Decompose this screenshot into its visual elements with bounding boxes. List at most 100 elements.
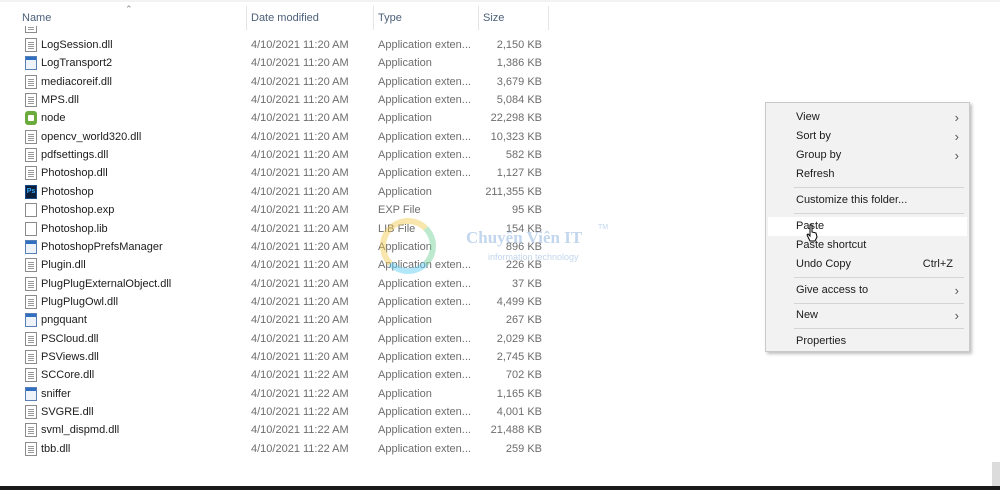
menu-item-sort-by[interactable]: Sort by › xyxy=(768,127,967,146)
menu-item-paste-shortcut[interactable]: Paste shortcut xyxy=(768,236,967,255)
file-size: 37 KB xyxy=(512,277,542,290)
file-size: 5,084 KB xyxy=(496,94,542,107)
file-row[interactable]: SCCore.dll 4/10/2021 11:22 AM Application … xyxy=(0,366,760,384)
menu-item-give-access[interactable]: Give access to › xyxy=(768,281,967,300)
menu-item-undo-copy[interactable]: Undo Copy Ctrl+Z xyxy=(768,255,967,274)
file-row[interactable]: tbb.dll 4/10/2021 11:22 AM Application ext… xyxy=(0,440,760,458)
file-name: PlugPlugExternalObject.dll xyxy=(41,277,172,290)
file-size: 10,323 KB xyxy=(490,130,542,143)
file-name: opencv_world320.dll xyxy=(41,130,142,143)
menu-item-refresh[interactable]: Refresh xyxy=(768,165,967,184)
file-row[interactable]: Photoshop.exp 4/10/2021 11:20 AM EXP File 9… xyxy=(0,201,760,219)
file-date-modified: 4/10/2021 11:22 AM xyxy=(251,442,349,455)
dll-file-icon xyxy=(25,148,37,163)
file-date-modified: 4/10/2021 11:20 AM xyxy=(251,94,349,107)
file-type: LIB File xyxy=(378,222,416,235)
file-row-partial-top[interactable] xyxy=(0,26,760,35)
file-date-modified: 4/10/2021 11:20 AM xyxy=(251,222,349,235)
file-size: 1,127 KB xyxy=(496,167,542,180)
file-row[interactable]: PhotoshopPrefsManager 4/10/2021 11:20 AM A… xyxy=(0,238,760,256)
file-list: LogSession.dll 4/10/2021 11:20 AM Applicat… xyxy=(0,26,760,470)
file-name: SVGRE.dll xyxy=(41,406,94,418)
photoshop-icon: Ps xyxy=(25,184,37,199)
file-size: 2,029 KB xyxy=(496,332,542,345)
file-icon-cell xyxy=(24,293,38,311)
file-date-modified: 4/10/2021 11:20 AM xyxy=(251,185,349,198)
file-row[interactable]: node 4/10/2021 11:20 AM Application 22,298 … xyxy=(0,109,760,127)
file-icon-cell xyxy=(24,421,38,439)
chevron-right-icon: › xyxy=(954,110,959,125)
file-row[interactable]: svml_dispmd.dll 4/10/2021 11:22 AM Applica… xyxy=(0,421,760,439)
file-icon-cell xyxy=(24,128,38,146)
file-type: EXP File xyxy=(378,204,421,217)
file-row[interactable]: pngquant 4/10/2021 11:20 AM Application 267… xyxy=(0,311,760,329)
file-icon-cell xyxy=(24,220,38,238)
file-row[interactable]: SVGRE.dll 4/10/2021 11:22 AM Application e… xyxy=(0,403,760,421)
file-icon-cell xyxy=(24,348,38,366)
file-date-modified: 4/10/2021 11:20 AM xyxy=(251,167,349,180)
file-row[interactable]: MPS.dll 4/10/2021 11:20 AM Application ext… xyxy=(0,91,760,109)
file-name: Plugin.dll xyxy=(41,259,86,272)
file-row[interactable]: LogTransport2 4/10/2021 11:20 AM Applicati… xyxy=(0,54,760,72)
file-size: 4,499 KB xyxy=(496,295,542,308)
file-icon-cell: Ps xyxy=(24,183,38,201)
menu-shortcut-undo-copy: Ctrl+Z xyxy=(922,258,953,270)
file-date-modified: 4/10/2021 11:22 AM xyxy=(251,369,349,382)
dll-file-icon xyxy=(25,349,37,364)
menu-item-properties[interactable]: Properties xyxy=(768,332,967,351)
file-row[interactable]: sniffer 4/10/2021 11:22 AM Application 1,16… xyxy=(0,385,760,403)
file-row[interactable]: PlugPlugOwl.dll 4/10/2021 11:20 AM Applica… xyxy=(0,293,760,311)
file-row[interactable]: opencv_world320.dll 4/10/2021 11:20 AM App… xyxy=(0,128,760,146)
context-menu: View › Sort by › Group by › Refresh Cust… xyxy=(765,102,970,352)
file-type: Application xyxy=(378,240,432,253)
menu-item-customize-folder[interactable]: Customize this folder... xyxy=(768,191,967,210)
file-row[interactable]: PlugPlugExternalObject.dll 4/10/2021 11:2… xyxy=(0,275,760,293)
file-type: Application exten... xyxy=(378,332,470,345)
file-name: tbb.dll xyxy=(41,442,71,455)
menu-item-new[interactable]: New › xyxy=(768,306,967,325)
file-type: Application exten... xyxy=(378,277,470,290)
dll-file-icon xyxy=(25,276,37,291)
scrollbar-corner[interactable] xyxy=(992,462,1000,486)
dll-file-icon xyxy=(25,129,37,144)
file-size: 1,165 KB xyxy=(496,387,542,400)
file-date-modified: 4/10/2021 11:20 AM xyxy=(251,57,349,70)
file-row[interactable]: Plugin.dll 4/10/2021 11:20 AM Application … xyxy=(0,256,760,274)
file-size: 22,298 KB xyxy=(490,112,542,125)
file-row[interactable]: mediacoreif.dll 4/10/2021 11:20 AM Applica… xyxy=(0,73,760,91)
dll-file-icon xyxy=(25,368,37,383)
file-date-modified: 4/10/2021 11:20 AM xyxy=(251,295,349,308)
application-icon xyxy=(25,313,37,328)
file-row[interactable]: LogSession.dll 4/10/2021 11:20 AM Applicat… xyxy=(0,36,760,54)
menu-item-group-by[interactable]: Group by › xyxy=(768,146,967,165)
file-date-modified: 4/10/2021 11:20 AM xyxy=(251,332,349,345)
file-type: Application xyxy=(378,57,432,70)
file-name: pdfsettings.dll xyxy=(41,149,109,162)
file-row[interactable]: Photoshop.lib 4/10/2021 11:20 AM LIB File 1… xyxy=(0,220,760,238)
file-size: 896 KB xyxy=(505,240,542,253)
menu-label-group-by: Group by xyxy=(796,149,842,161)
dll-file-icon xyxy=(25,74,37,89)
file-type: Application exten... xyxy=(378,130,470,143)
menu-item-view[interactable]: View › xyxy=(768,108,967,127)
file-type: Application xyxy=(378,314,432,327)
file-size: 259 KB xyxy=(505,442,542,455)
file-name-partial xyxy=(41,26,241,35)
file-row[interactable]: Ps Photoshop 4/10/2021 11:20 AM Application… xyxy=(0,183,760,201)
file-size: 226 KB xyxy=(505,259,542,272)
menu-label-customize-folder: Customize this folder... xyxy=(796,194,908,206)
file-name: Photoshop xyxy=(41,185,94,198)
file-date-modified: 4/10/2021 11:20 AM xyxy=(251,259,349,272)
file-icon-cell xyxy=(24,109,38,127)
file-row[interactable]: pdfsettings.dll 4/10/2021 11:20 AM Applica… xyxy=(0,146,760,164)
dll-file-icon xyxy=(25,93,37,108)
file-row[interactable]: PSViews.dll 4/10/2021 11:20 AM Application… xyxy=(0,348,760,366)
file-row[interactable]: PSCloud.dll 4/10/2021 11:20 AM Application… xyxy=(0,330,760,348)
file-name: PhotoshopPrefsManager xyxy=(41,240,163,253)
menu-separator xyxy=(794,213,964,214)
file-date-modified: 4/10/2021 11:20 AM xyxy=(251,240,349,253)
file-icon-cell xyxy=(24,385,38,403)
file-type: Application exten... xyxy=(378,406,470,418)
menu-item-paste[interactable]: Paste xyxy=(768,217,967,236)
file-row[interactable]: Photoshop.dll 4/10/2021 11:20 AM Applicati… xyxy=(0,164,760,182)
